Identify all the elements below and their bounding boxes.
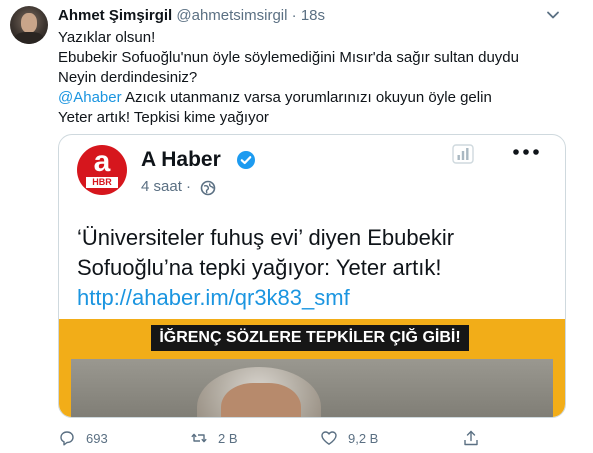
mention-rest: Azıcık utanmanız varsa yorumlarınızı oku… [121,89,492,106]
tweet-line: Neyin derdindesiniz? [58,69,198,86]
share-button[interactable] [462,428,490,448]
verified-badge-icon [237,151,255,169]
embedded-tweet-card[interactable]: a HBR A Haber 4 saat · ‘Üniversiteler fu… [58,134,566,418]
more-icon[interactable] [511,147,541,157]
tweet-actions: 693 2 B 9,2 B [58,428,558,448]
tweet-line: Ebubekir Sofuoğlu'nun öyle söylemediğini… [58,49,519,66]
embed-text-line: ‘Üniversiteler fuhuş evi’ diyen Ebubekir [77,225,455,250]
tweet-time[interactable]: 18s [301,7,325,24]
retweet-icon [191,433,207,443]
embed-link[interactable]: http://ahaber.im/qr3k83_smf [77,283,350,313]
embed-time: 4 saat · [141,177,191,197]
share-icon [464,430,478,446]
like-icon [321,431,337,445]
photo-face [221,383,301,417]
retweet-button[interactable]: 2 B [190,428,238,448]
mention-link[interactable]: @Ahaber [58,89,122,106]
separator-dot: · [291,7,297,24]
embed-media-image[interactable]: İĞRENÇ SÖZLERE TEPKİLER ÇIĞ GİBİ! [59,319,565,417]
user-handle[interactable]: @ahmetsimsirgil [176,7,287,24]
a-haber-logo[interactable]: a HBR [77,145,127,195]
avatar[interactable] [10,6,48,44]
reply-button[interactable]: 693 [58,428,108,448]
reply-count: 693 [86,430,108,446]
tweet-line: Yeter artık! Tepkisi kime yağıyor [58,109,269,126]
media-photo [71,359,553,417]
caret-down-icon[interactable] [546,8,560,22]
embed-text: ‘Üniversiteler fuhuş evi’ diyen Ebubekir… [77,223,454,283]
tweet-line: Yazıklar olsun! [58,29,156,46]
embed-time-text[interactable]: 4 saat [141,178,182,195]
logo-sub: HBR [86,177,118,188]
avatar-face [21,13,37,33]
tweet-header: Ahmet Şimşirgil @ahmetsimsirgil · 18s [58,7,325,25]
tweet: Ahmet Şimşirgil @ahmetsimsirgil · 18s Ya… [0,0,593,453]
logo-letter: a [93,145,111,178]
like-count: 9,2 B [348,430,379,446]
avatar-body [14,32,44,44]
tweet-line-mention: @Ahaber Azıcık utanmanız varsa yorumları… [58,88,519,108]
globe-icon [200,180,216,196]
retweet-count: 2 B [218,430,238,446]
tweet-text: Yazıklar olsun! Ebubekir Sofuoğlu'nun öy… [58,28,519,128]
embed-text-line: Sofuoğlu’na tepki yağıyor: Yeter artık! [77,255,442,280]
display-name[interactable]: Ahmet Şimşirgil [58,7,172,24]
separator-dot: · [186,178,192,195]
media-banner-text: İĞRENÇ SÖZLERE TEPKİLER ÇIĞ GİBİ! [151,325,469,351]
embed-display-name[interactable]: A Haber [141,147,221,173]
analytics-icon[interactable] [452,144,474,164]
reply-icon [60,431,74,446]
like-button[interactable]: 9,2 B [320,428,378,448]
